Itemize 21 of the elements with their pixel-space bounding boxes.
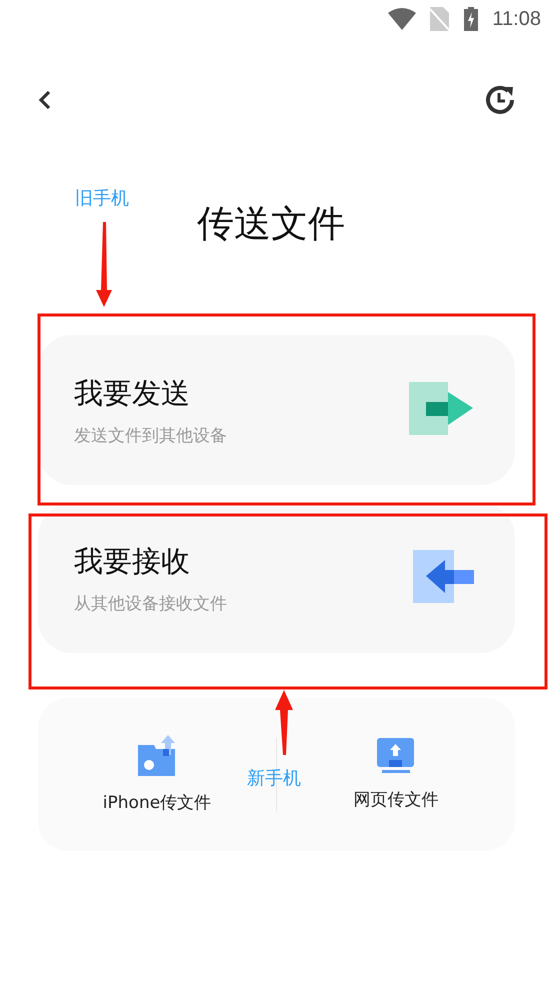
card-subtitle: 从其他设备接收文件 [74,592,227,614]
history-button[interactable] [483,83,517,117]
receive-card[interactable]: 我要接收 从其他设备接收文件 [38,503,515,653]
battery-charging-icon [464,7,478,31]
wifi-icon [388,8,416,30]
annotation-label: 旧手机 [75,187,129,210]
up-arrow [275,690,293,755]
card-title: 我要接收 [74,542,191,580]
transfer-option[interactable]: 网页传文件 [354,738,438,811]
arrow-right-icon [409,382,475,438]
arrow-left-icon [413,550,475,606]
transfer-option[interactable]: iPhone传文件 [102,735,212,814]
card-title: 我要发送 [74,374,191,412]
annotation-label: 新手机 [247,767,301,790]
monitor-upload-icon [377,738,415,774]
no-sim-icon [430,7,450,31]
page-title: 传送文件 [197,204,346,244]
card-subtitle: 发送文件到其他设备 [74,424,227,446]
folder-upload-icon [138,735,176,777]
status-time: 11:08 [492,8,541,30]
send-card[interactable]: 我要发送 发送文件到其他设备 [38,335,515,485]
